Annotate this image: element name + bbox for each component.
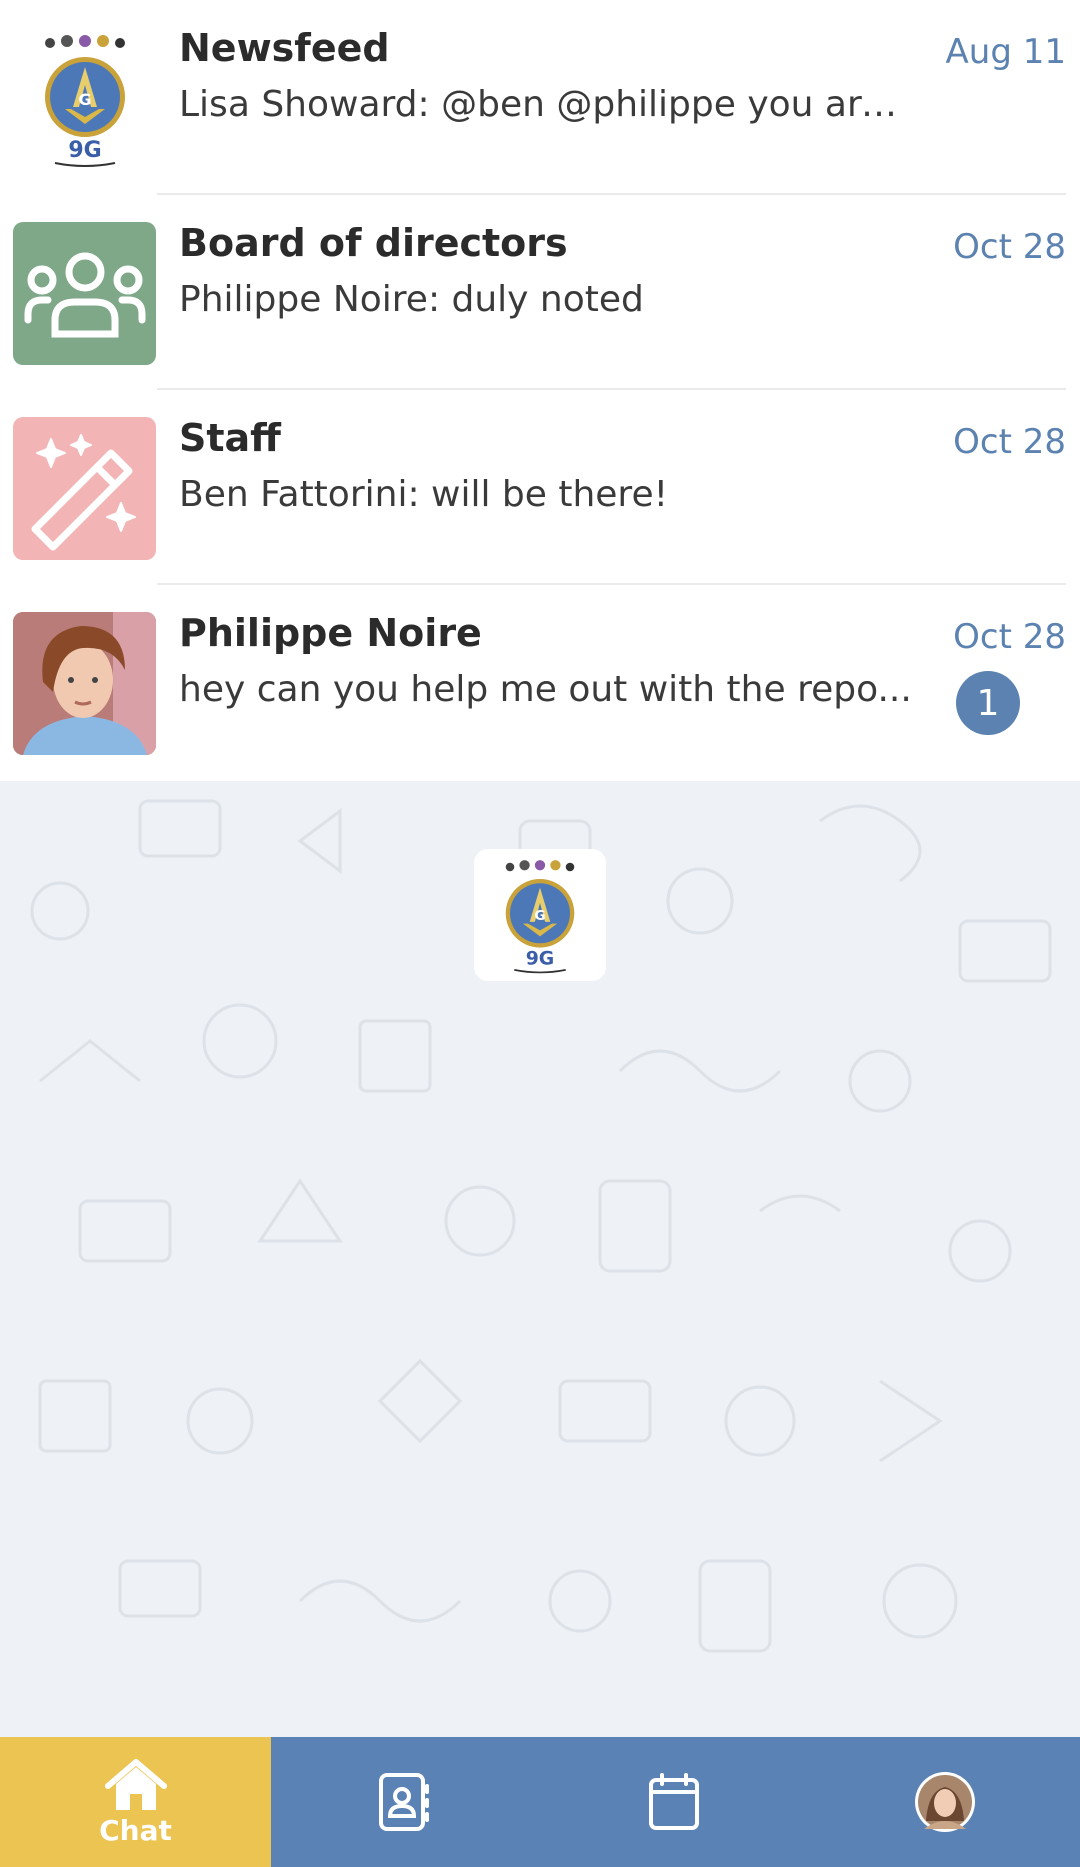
contacts-icon bbox=[379, 1773, 429, 1831]
chat-list: G 9G Newsfeed Lisa Showard: @ben @philip… bbox=[0, 0, 1080, 781]
chat-item-newsfeed[interactable]: G 9G Newsfeed Lisa Showard: @ben @philip… bbox=[0, 0, 1080, 195]
magic-wand-icon bbox=[13, 417, 156, 560]
chat-background: G 9G bbox=[0, 781, 1080, 1737]
masonic-logo-icon: G 9G bbox=[13, 27, 156, 170]
chat-preview: Philippe Noire: duly noted bbox=[179, 279, 644, 320]
chat-preview: Lisa Showard: @ben @philippe you are ... bbox=[179, 84, 919, 125]
chat-name: Philippe Noire bbox=[179, 611, 482, 655]
tab-calendar[interactable] bbox=[629, 1737, 719, 1867]
svg-text:9G: 9G bbox=[68, 138, 101, 163]
unread-badge: 1 bbox=[956, 671, 1020, 735]
group-icon bbox=[13, 222, 156, 365]
chat-name: Board of directors bbox=[179, 221, 568, 265]
tab-chat[interactable]: Chat bbox=[0, 1737, 271, 1867]
bottom-tab-bar: Chat bbox=[0, 1737, 1080, 1867]
chat-item-board-of-directors[interactable]: Board of directors Philippe Noire: duly … bbox=[0, 195, 1080, 390]
home-icon bbox=[104, 1758, 167, 1810]
chat-date: Oct 28 bbox=[953, 617, 1066, 657]
svg-text:G: G bbox=[534, 908, 545, 924]
chat-date: Oct 28 bbox=[953, 422, 1066, 462]
tab-contacts[interactable] bbox=[359, 1737, 449, 1867]
user-photo bbox=[13, 612, 156, 755]
chat-date: Aug 11 bbox=[945, 32, 1066, 72]
svg-text:G: G bbox=[78, 90, 91, 109]
chat-item-philippe-noire[interactable]: Philippe Noire hey can you help me out w… bbox=[0, 585, 1080, 780]
tab-chat-label: Chat bbox=[99, 1813, 172, 1847]
center-logo: G 9G bbox=[474, 849, 606, 981]
chat-item-staff[interactable]: Staff Ben Fattorini: will be there! Oct … bbox=[0, 390, 1080, 585]
chat-date: Oct 28 bbox=[953, 227, 1066, 267]
chat-name: Newsfeed bbox=[179, 26, 390, 70]
chat-preview: hey can you help me out with the repo... bbox=[179, 669, 912, 710]
svg-text:9G: 9G bbox=[526, 949, 555, 970]
chat-name: Staff bbox=[179, 416, 281, 460]
chat-preview: Ben Fattorini: will be there! bbox=[179, 474, 669, 515]
masonic-logo-icon: G 9G bbox=[505, 860, 575, 974]
tab-profile[interactable] bbox=[900, 1737, 990, 1867]
calendar-icon bbox=[649, 1773, 699, 1830]
profile-avatar bbox=[915, 1772, 975, 1832]
